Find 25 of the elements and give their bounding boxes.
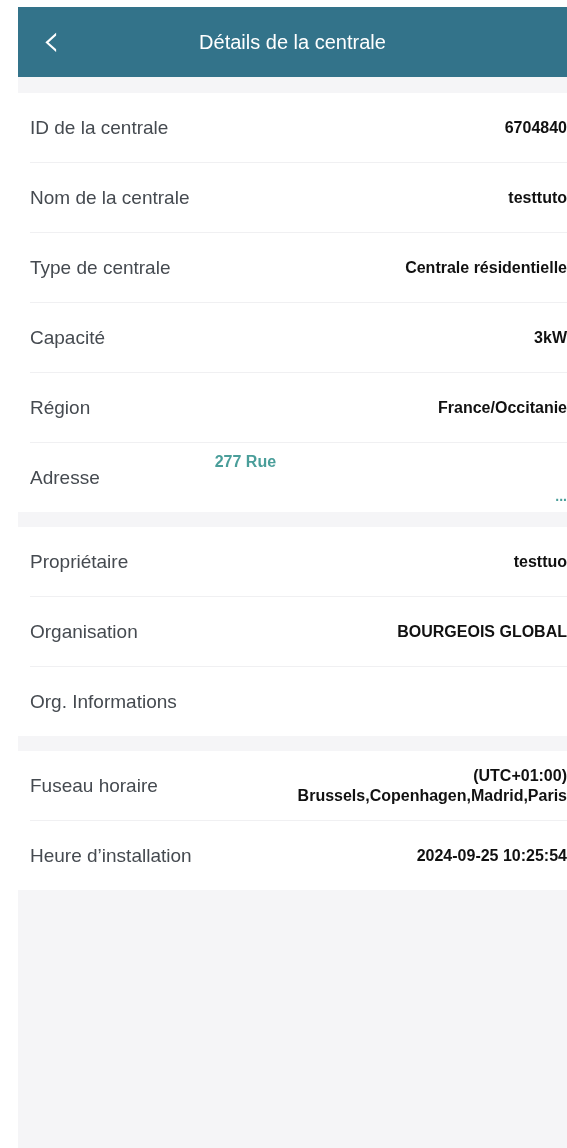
field-value: 3kW bbox=[534, 328, 567, 347]
field-value: testtuo bbox=[513, 552, 567, 571]
field-label: Propriétaire bbox=[30, 550, 129, 573]
field-label: ID de la centrale bbox=[30, 116, 169, 139]
field-value: BOURGEOIS GLOBAL bbox=[397, 622, 567, 641]
field-label: Organisation bbox=[30, 620, 138, 643]
field-value: 2024-09-25 10:25:54 bbox=[416, 846, 567, 865]
field-label: Adresse bbox=[30, 466, 100, 489]
field-label: Type de centrale bbox=[30, 256, 171, 279]
screen-title: Détails de la centrale bbox=[199, 30, 386, 54]
field-label: Région bbox=[30, 396, 91, 419]
field-value: Centrale résidentielle bbox=[405, 258, 567, 277]
field-label: Fuseau horaire bbox=[30, 774, 158, 797]
field-value: Brussels,Copenhagen,Madrid,Paris bbox=[297, 785, 567, 806]
field-value: testtuto bbox=[508, 188, 567, 207]
field-label: Capacité bbox=[30, 326, 105, 349]
address-link[interactable]: 277 Rue bbox=[214, 453, 567, 471]
more-link[interactable]: ... bbox=[555, 488, 567, 504]
field-value: 6704840 bbox=[504, 118, 567, 137]
field-label: Org. Informations bbox=[30, 690, 177, 713]
field-value: France/Occitanie bbox=[438, 398, 567, 417]
field-value: (UTC+01:00) bbox=[473, 765, 567, 786]
field-label: Heure d’installation bbox=[30, 844, 192, 867]
back-button[interactable]: ‹ bbox=[36, 15, 67, 65]
field-label: Nom de la centrale bbox=[30, 186, 190, 209]
